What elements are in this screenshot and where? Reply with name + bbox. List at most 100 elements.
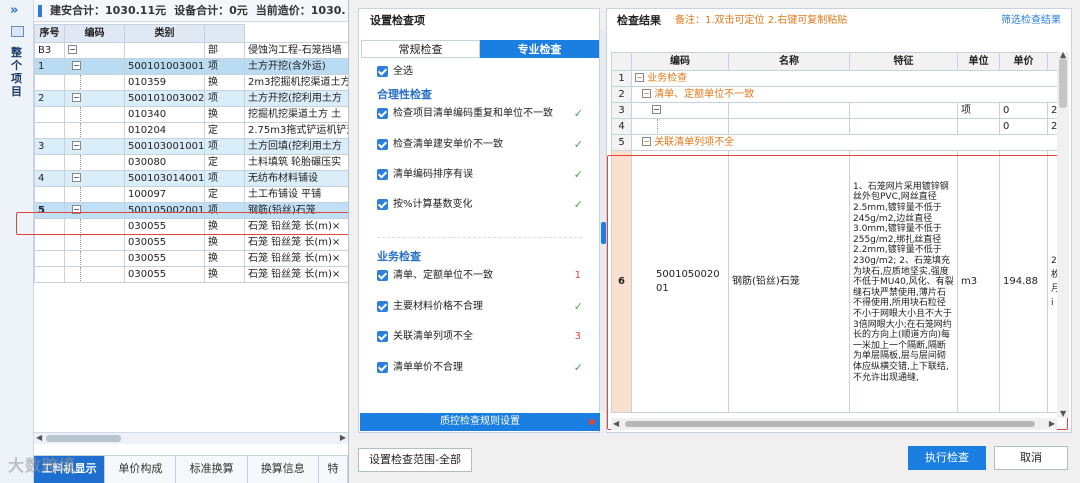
left-toolbar: » 整个项目 [0, 0, 34, 483]
result-unit [957, 118, 1000, 135]
table-row[interactable]: 030055 换石笼 铅丝笼 长(m)× [34, 266, 349, 283]
summary-icon [38, 5, 42, 17]
qc-rules-button[interactable]: 质控检查规则设置 [360, 413, 600, 431]
results-title: 检查结果 [617, 14, 661, 27]
check-item[interactable]: 检查清单建安单价不一致 ✓ [377, 138, 587, 152]
scroll-left-icon[interactable]: ◀ [36, 433, 42, 442]
expand-icon[interactable]: » [10, 3, 18, 18]
checkbox-checked-icon[interactable] [377, 107, 388, 119]
section-business: 业务检查 [377, 250, 421, 263]
tab-standard-conversion[interactable]: 标准换算 [176, 456, 248, 483]
filter-results-link[interactable]: 筛选检查结果 [1001, 9, 1061, 33]
collapse-icon[interactable]: − [652, 105, 661, 114]
collapse-icon[interactable]: − [642, 89, 651, 98]
check-item[interactable]: 关联清单列项不全 3 [377, 330, 587, 344]
scroll-thumb[interactable] [1059, 58, 1067, 108]
check-pass-icon: ✓ [573, 361, 583, 374]
scroll-thumb[interactable] [46, 435, 121, 442]
row-tree [64, 186, 125, 203]
set-scope-button[interactable]: 设置检查范围-全部 [358, 448, 472, 472]
scroll-down-icon[interactable]: ▼ [1060, 409, 1066, 418]
collapse-icon[interactable]: − [72, 141, 81, 150]
table-row[interactable]: 010359 换 2m3挖掘机挖渠道土方 [34, 74, 349, 91]
checkbox-checked-icon[interactable] [377, 269, 388, 281]
select-all-checkbox[interactable]: 全选 [377, 65, 587, 79]
build-total: 建安合计：1030.11元 [50, 4, 167, 17]
run-check-button[interactable]: 执行检查 [908, 446, 986, 470]
scroll-right-icon[interactable]: ▶ [1049, 419, 1055, 428]
tree-line [80, 107, 90, 121]
checkbox-checked-icon[interactable] [377, 300, 388, 312]
row-type: 换 [204, 250, 245, 267]
scroll-thumb[interactable] [625, 421, 1035, 427]
result-row[interactable]: 2 − 清单、定额单位不一致 [611, 86, 1058, 103]
cost-summary-bar: 建安合计：1030.11元 设备合计：0元 当前造价：1030. [34, 0, 348, 22]
scroll-left-icon[interactable]: ◀ [613, 419, 619, 428]
row-name: 土方回填(挖利用土方 [244, 138, 349, 155]
row-name: 2.75m3拖式铲运机铲运 [244, 122, 349, 139]
cancel-button[interactable]: 取消 [994, 446, 1068, 470]
result-row[interactable]: 5 − 关联清单列项不全 [611, 134, 1058, 151]
table-row[interactable]: B3− 部侵蚀沟工程-石笼挡墙 [34, 42, 349, 59]
collapse-icon[interactable]: − [68, 45, 77, 54]
table-row[interactable]: 2− 500101003002 项土方开挖(挖利用土方 [34, 90, 349, 107]
result-row[interactable]: 4 0 2 [611, 118, 1058, 135]
results-horizontal-scrollbar[interactable]: ◀ ▶ [611, 418, 1057, 430]
collapse-icon[interactable]: − [72, 93, 81, 102]
row-code: 010204 [124, 122, 205, 139]
check-item[interactable]: 检查项目清单编码重复和单位不一致 ✓ [377, 107, 587, 121]
checkbox-checked-icon[interactable] [377, 168, 388, 180]
left-horizontal-scrollbar[interactable]: ◀ ▶ [34, 432, 348, 444]
checkbox-checked-icon[interactable] [377, 198, 388, 210]
row-type: 定 [204, 186, 245, 203]
tab-more[interactable]: 特 [319, 456, 349, 483]
table-row[interactable]: 030055 换石笼 铅丝笼 长(m)× [34, 250, 349, 267]
table-row[interactable]: 010204 定 2.75m3拖式铲运机铲运 [34, 122, 349, 139]
table-row[interactable]: 030080 定土料填筑 轮胎碾压实 [34, 154, 349, 171]
row-tree [64, 266, 125, 283]
col-header: 单位 [957, 52, 1000, 71]
tab-professional-check[interactable]: 专业检查 [480, 40, 599, 58]
row-name: 无纺布材料铺设 [244, 170, 349, 187]
tab-unit-price[interactable]: 单价构成 [105, 456, 177, 483]
collapse-icon[interactable]: − [72, 61, 81, 70]
row-name: 石笼 铅丝笼 长(m)× [244, 234, 349, 251]
tab-general-check[interactable]: 常规检查 [361, 40, 480, 58]
watermark: 大数跨境 [8, 456, 77, 475]
bottom-tabs: 工料机显示 单价构成 标准换算 换算信息 特 [34, 455, 349, 483]
check-item[interactable]: 按%计算基数变化 ✓ [377, 198, 587, 212]
row-name: 土工布铺设 平铺 [244, 186, 349, 203]
checkbox-checked-icon[interactable] [377, 138, 388, 150]
issue-count: 1 [574, 270, 581, 281]
result-row[interactable]: 1 − 业务检查 [611, 70, 1058, 87]
collapse-icon[interactable]: − [642, 137, 651, 146]
whole-project-tab[interactable]: 整个项目 [11, 46, 25, 98]
table-row[interactable]: 100097 定土工布铺设 平铺 [34, 186, 349, 203]
result-group: − 关联清单列项不全 [631, 134, 1058, 151]
table-row[interactable]: 3− 500103001001 项土方回填(挖利用土方 [34, 138, 349, 155]
qc-rules-label: 质控检查规则设置 [440, 416, 520, 427]
collapse-icon[interactable]: − [72, 173, 81, 182]
row-seq [34, 266, 65, 283]
result-row[interactable]: 3 − 项 0 2 [611, 102, 1058, 119]
document-icon[interactable] [11, 26, 24, 37]
check-item[interactable]: 主要材料价格不合理 ✓ [377, 300, 587, 314]
check-item[interactable]: 清单编码排序有误 ✓ [377, 168, 587, 182]
table-row[interactable]: 030055 换石笼 铅丝笼 长(m)× [34, 234, 349, 251]
table-row[interactable]: 010340 换挖掘机挖渠道土方 土 [34, 106, 349, 123]
results-note: 备注：1.双击可定位 2.右键可复制粘贴 [675, 15, 848, 26]
check-item[interactable]: 清单、定额单位不一致 1 [377, 269, 587, 283]
collapse-icon[interactable]: − [635, 73, 644, 82]
tab-conversion-info[interactable]: 换算信息 [248, 456, 319, 483]
result-code [631, 118, 729, 135]
check-item[interactable]: 清单单价不合理 ✓ [377, 361, 587, 375]
table-row[interactable]: 1− 500101003001 项土方开挖(含外运) [34, 58, 349, 75]
checkbox-checked-icon[interactable] [377, 361, 388, 373]
results-vertical-scrollbar[interactable]: ▲ ▼ [1057, 50, 1069, 418]
result-extra: 2 [1047, 102, 1058, 119]
checkbox-checked-icon[interactable] [377, 65, 388, 77]
checkbox-checked-icon[interactable] [377, 330, 388, 342]
table-row[interactable]: 4− 500103014001 项无纺布材料铺设 [34, 170, 349, 187]
scroll-right-icon[interactable]: ▶ [340, 433, 346, 442]
check-item-label: 关联清单列项不全 [393, 331, 473, 342]
